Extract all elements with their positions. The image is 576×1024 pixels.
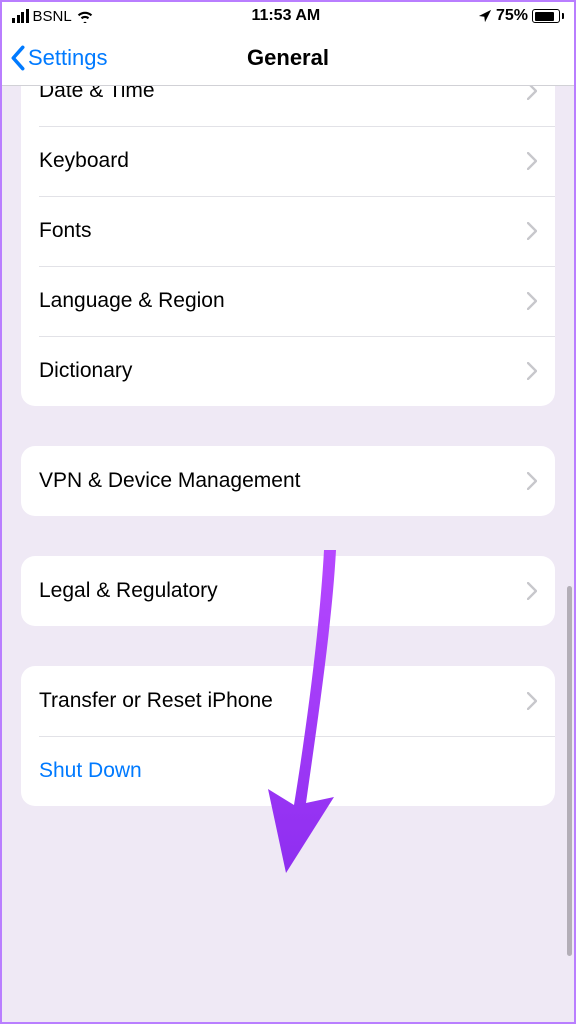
row-label: Date & Time <box>39 86 155 103</box>
chevron-right-icon <box>527 692 537 710</box>
row-vpn-device-management[interactable]: VPN & Device Management <box>21 446 555 516</box>
carrier-label: BSNL <box>33 8 72 25</box>
settings-group: VPN & Device Management <box>21 446 555 516</box>
row-label: Dictionary <box>39 359 132 383</box>
settings-content: Date & Time Keyboard Fonts Language & Re… <box>2 86 574 1022</box>
settings-group: Date & Time Keyboard Fonts Language & Re… <box>21 86 555 406</box>
row-shut-down[interactable]: Shut Down <box>21 736 555 806</box>
battery-percentage: 75% <box>496 7 528 25</box>
chevron-right-icon <box>527 472 537 490</box>
row-legal-regulatory[interactable]: Legal & Regulatory <box>21 556 555 626</box>
location-icon <box>478 9 492 23</box>
settings-group: Transfer or Reset iPhone Shut Down <box>21 666 555 806</box>
row-label: Fonts <box>39 219 92 243</box>
row-label: Transfer or Reset iPhone <box>39 689 273 713</box>
status-time: 11:53 AM <box>251 7 320 25</box>
battery-icon <box>532 9 564 23</box>
chevron-right-icon <box>527 362 537 380</box>
row-label: Shut Down <box>39 759 142 783</box>
page-title: General <box>247 45 329 71</box>
signal-icon <box>12 9 29 23</box>
row-dictionary[interactable]: Dictionary <box>21 336 555 406</box>
nav-bar: Settings General <box>2 30 574 86</box>
status-left: BSNL <box>12 8 94 25</box>
status-right: 75% <box>478 7 564 25</box>
chevron-right-icon <box>527 582 537 600</box>
row-label: Legal & Regulatory <box>39 579 218 603</box>
row-keyboard[interactable]: Keyboard <box>21 126 555 196</box>
chevron-right-icon <box>527 222 537 240</box>
chevron-right-icon <box>527 86 537 100</box>
status-bar: BSNL 11:53 AM 75% <box>2 2 574 30</box>
row-label: Keyboard <box>39 149 129 173</box>
chevron-right-icon <box>527 152 537 170</box>
row-language-region[interactable]: Language & Region <box>21 266 555 336</box>
back-button[interactable]: Settings <box>10 45 108 71</box>
wifi-icon <box>76 9 94 23</box>
chevron-right-icon <box>527 292 537 310</box>
row-transfer-reset-iphone[interactable]: Transfer or Reset iPhone <box>21 666 555 736</box>
chevron-left-icon <box>10 45 26 71</box>
row-label: VPN & Device Management <box>39 469 300 493</box>
back-label: Settings <box>28 45 108 71</box>
row-label: Language & Region <box>39 289 225 313</box>
settings-group: Legal & Regulatory <box>21 556 555 626</box>
row-date-time[interactable]: Date & Time <box>21 86 555 126</box>
row-fonts[interactable]: Fonts <box>21 196 555 266</box>
scrollbar[interactable] <box>567 586 572 956</box>
